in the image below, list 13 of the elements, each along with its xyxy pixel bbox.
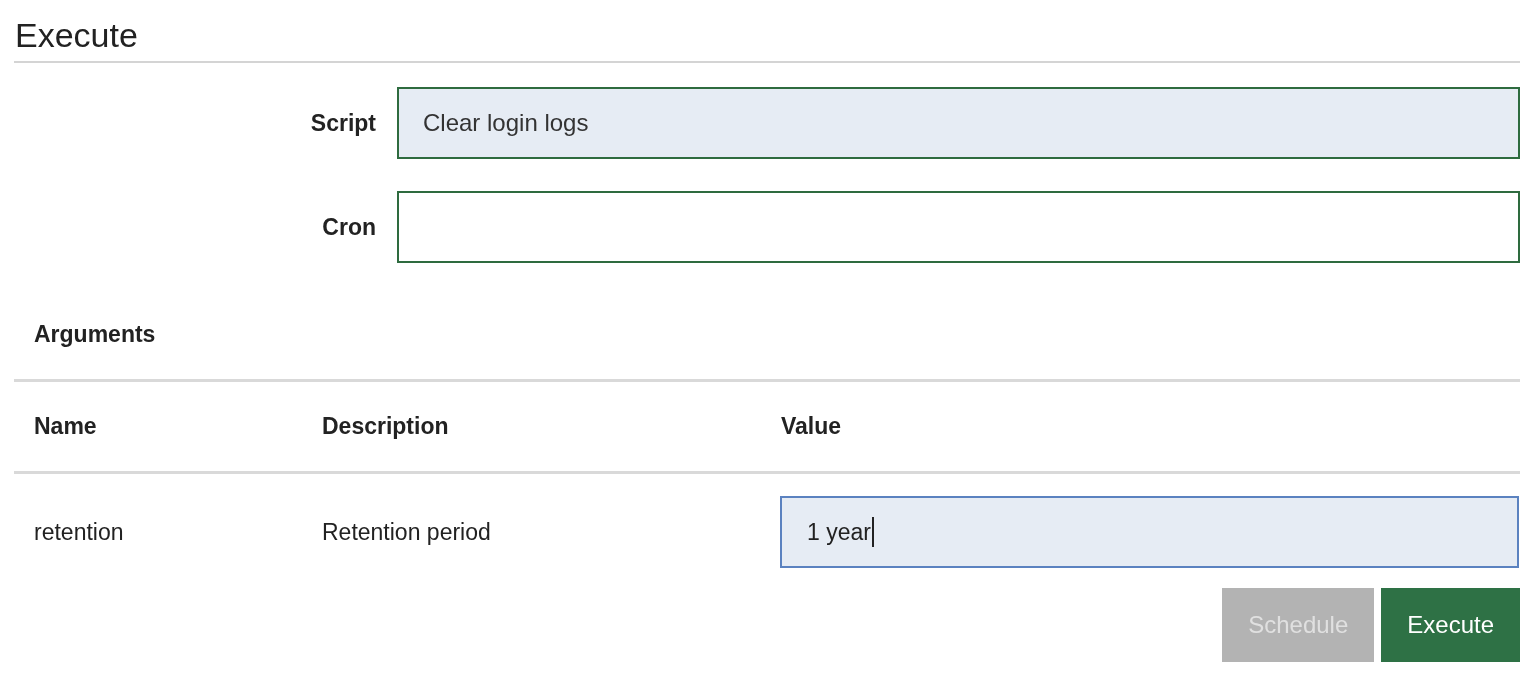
readonly-field[interactable]: Clear login logs: [397, 87, 1520, 159]
table-cell: Retention period: [322, 518, 491, 545]
input-field[interactable]: [397, 191, 1520, 263]
column-header: Description: [322, 413, 449, 439]
execute-button[interactable]: Execute: [1381, 588, 1520, 662]
field-label: Cron: [321, 213, 377, 241]
value-field[interactable]: 1 year: [780, 496, 1519, 568]
column-header: Value: [781, 413, 842, 439]
column-header: Name: [34, 413, 97, 439]
field-label: Script: [309, 109, 377, 137]
section-heading: Arguments: [33, 320, 157, 349]
page-title: Execute: [14, 14, 1520, 63]
table-cell: retention: [34, 518, 124, 545]
